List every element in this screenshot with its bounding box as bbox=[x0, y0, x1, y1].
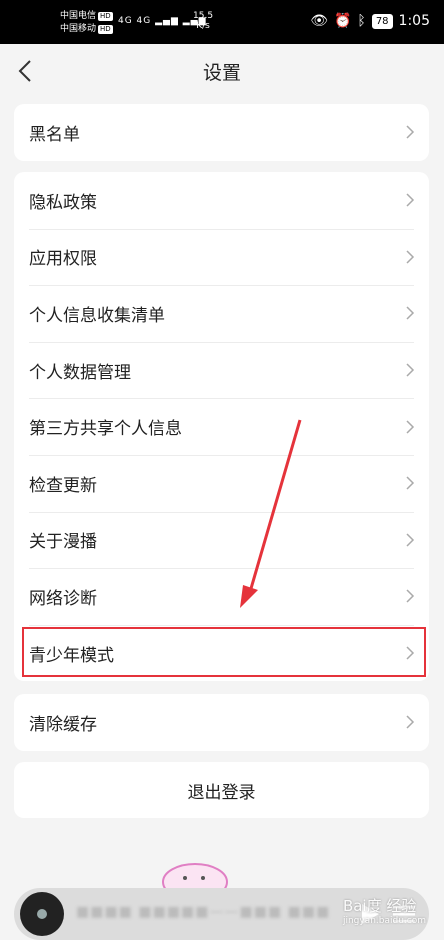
settings-item-label: 第三方共享个人信息 bbox=[29, 419, 182, 440]
hd-badge: HD bbox=[98, 12, 113, 21]
settings-item-label: 关于漫播 bbox=[29, 532, 97, 553]
alarm-icon: ⏰ bbox=[333, 13, 352, 29]
settings-card: 隐私政策 应用权限 个人信息收集清单 个人数据管理 第三方共享个人信息 检查更新… bbox=[14, 172, 429, 682]
hd-badge: HD bbox=[98, 25, 113, 34]
chevron-right-icon bbox=[406, 589, 415, 603]
chevron-right-icon bbox=[406, 250, 415, 264]
track-title: ■■■■ ■■■■■——■■■ ■■■ bbox=[76, 904, 331, 920]
speed-unit: K/s bbox=[196, 21, 210, 31]
speed-value: 15.5 bbox=[193, 11, 214, 21]
eye-icon: 👁 bbox=[310, 13, 328, 29]
settings-item-label: 应用权限 bbox=[29, 249, 97, 270]
chevron-right-icon bbox=[406, 646, 415, 660]
network-speed: 15.5 K/s bbox=[193, 11, 213, 31]
blacklist-card: 黑名单 bbox=[14, 104, 429, 161]
carrier-info: 中国电信 HD 中国移动 HD bbox=[60, 10, 113, 36]
settings-item-label: 个人信息收集清单 bbox=[29, 305, 165, 326]
watermark: Bai度 经验 jingyan.baidu.com bbox=[343, 895, 426, 926]
settings-item-personal-data[interactable]: 个人数据管理 bbox=[14, 341, 429, 399]
chevron-right-icon bbox=[406, 193, 415, 207]
settings-item-about[interactable]: 关于漫播 bbox=[14, 511, 429, 569]
settings-item-label: 网络诊断 bbox=[29, 588, 97, 609]
status-right: 👁 ⏰ ᛒ 78 1:05 bbox=[310, 13, 430, 29]
page-title: 设置 bbox=[202, 62, 241, 84]
chevron-right-icon bbox=[406, 306, 415, 321]
chevron-right-icon bbox=[406, 715, 415, 729]
settings-item-third-party-sharing[interactable]: 第三方共享个人信息 bbox=[14, 398, 429, 455]
settings-item-label: 检查更新 bbox=[29, 475, 97, 496]
chevron-right-icon bbox=[406, 420, 415, 434]
settings-item-label: 个人数据管理 bbox=[29, 362, 131, 383]
clear-cache-card: 清除缓存 bbox=[14, 694, 429, 751]
settings-item-app-permissions[interactable]: 应用权限 bbox=[14, 228, 429, 286]
chevron-right-icon bbox=[406, 476, 415, 490]
carrier-1: 中国电信 bbox=[60, 11, 97, 21]
settings-item-clear-cache[interactable]: 清除缓存 bbox=[14, 694, 429, 751]
watermark-sub: jingyan.baidu.com bbox=[342, 916, 426, 926]
logout-button[interactable]: 退出登录 bbox=[14, 762, 429, 818]
chevron-right-icon bbox=[406, 363, 415, 377]
clock: 1:05 bbox=[398, 13, 430, 29]
watermark-brand: Bai度 经验 bbox=[342, 897, 417, 915]
chevron-right-icon bbox=[406, 125, 415, 139]
carrier-2: 中国移动 bbox=[60, 24, 97, 34]
battery-icon: 78 bbox=[371, 13, 393, 29]
settings-item-label: 黑名单 bbox=[29, 124, 80, 145]
bluetooth-icon: ᛒ bbox=[357, 13, 366, 29]
settings-item-youth-mode[interactable]: 青少年模式 bbox=[14, 624, 429, 682]
header: 设置 bbox=[0, 44, 444, 98]
settings-item-label: 清除缓存 bbox=[29, 714, 97, 735]
settings-item-label: 隐私政策 bbox=[29, 192, 97, 213]
settings-item-privacy-policy[interactable]: 隐私政策 bbox=[14, 172, 429, 229]
settings-item-network-diagnosis[interactable]: 网络诊断 bbox=[14, 568, 429, 625]
chevron-right-icon bbox=[406, 533, 415, 547]
settings-item-check-update[interactable]: 检查更新 bbox=[14, 454, 429, 512]
settings-item-label: 青少年模式 bbox=[29, 645, 114, 666]
status-bar: 中国电信 HD 中国移动 HD 4G 4G ▂▄▆ ▂▄▆ 15.5 K/s 👁 ⏰… bbox=[0, 0, 444, 44]
album-disc-icon[interactable] bbox=[20, 892, 64, 936]
settings-item-info-collection-list[interactable]: 个人信息收集清单 bbox=[14, 285, 429, 342]
settings-item-blacklist[interactable]: 黑名单 bbox=[14, 104, 429, 161]
